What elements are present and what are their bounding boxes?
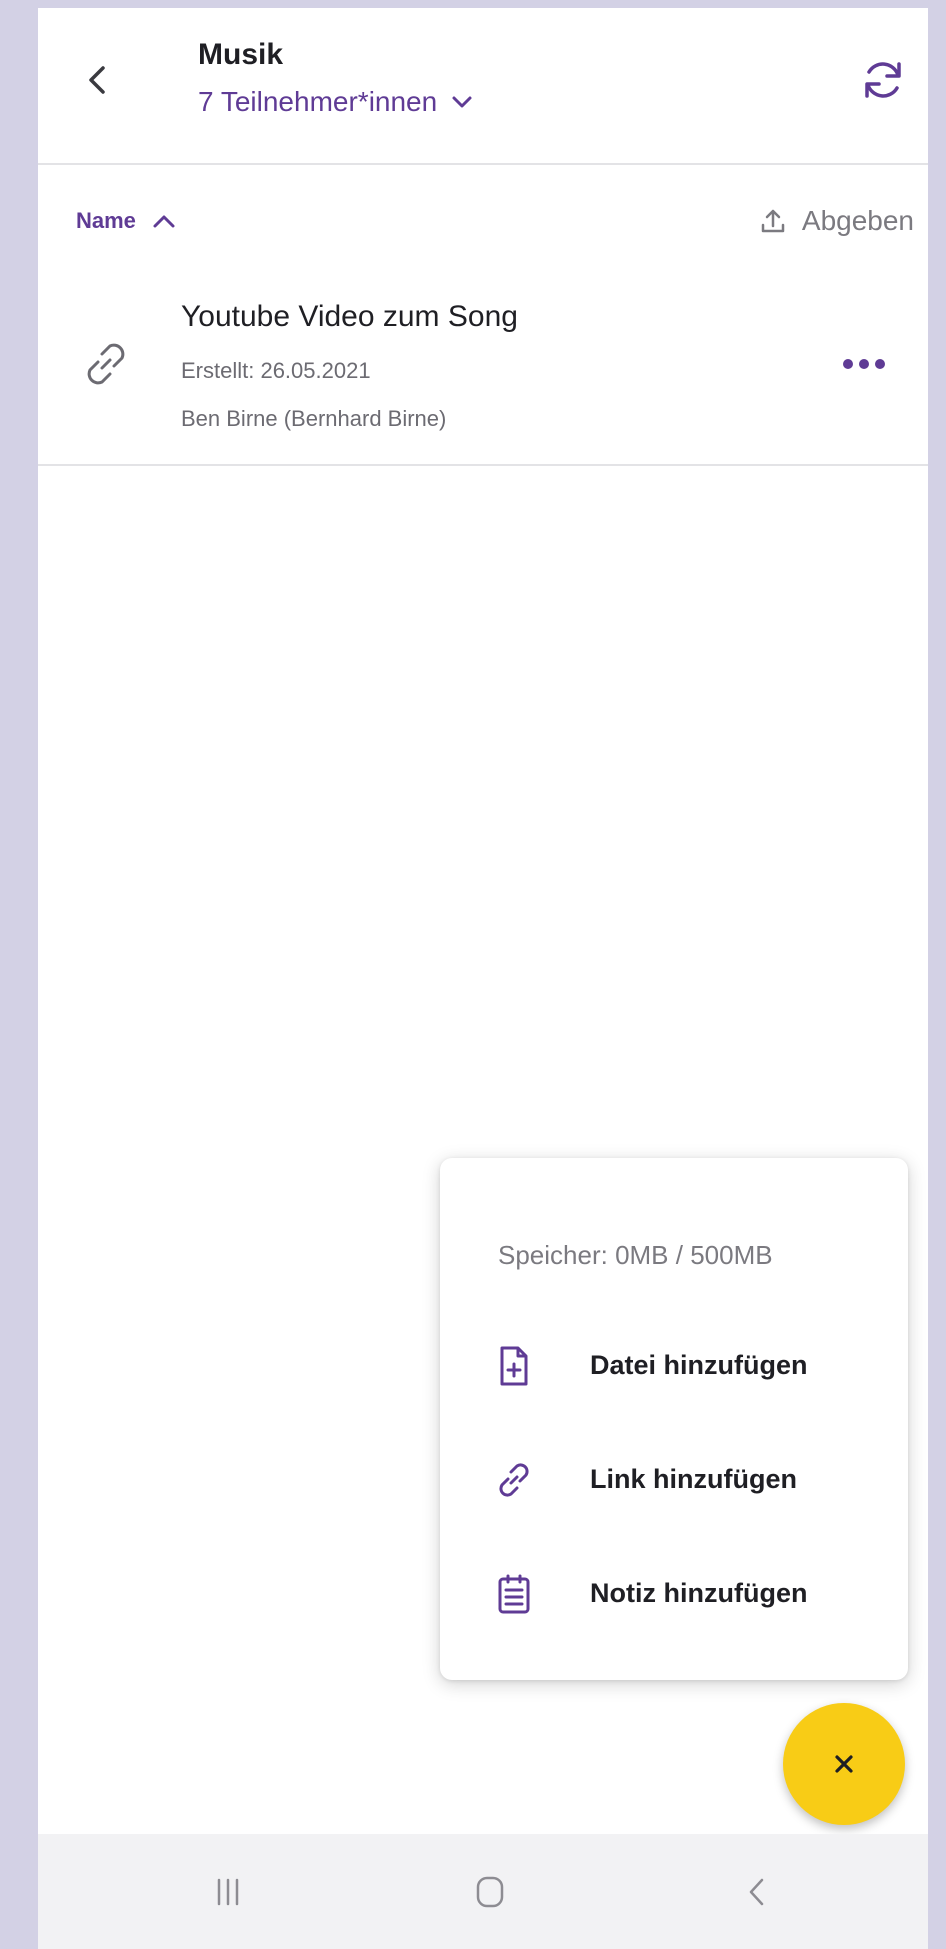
participants-dropdown[interactable]: 7 Teilnehmer*innen	[198, 86, 475, 118]
link-icon	[499, 1463, 529, 1497]
note-icon	[498, 1574, 530, 1614]
menu-item-label: Datei hinzufügen	[590, 1350, 808, 1380]
upload-icon	[761, 209, 785, 233]
link-icon	[87, 343, 125, 385]
dot	[875, 359, 885, 369]
recents-button[interactable]	[208, 1872, 248, 1912]
refresh-button[interactable]	[858, 55, 908, 105]
menu-item-label: Notiz hinzufügen	[590, 1578, 808, 1608]
refresh-icon	[865, 62, 901, 98]
page-title: Musik	[198, 38, 284, 71]
dot	[843, 359, 853, 369]
file-add-icon	[500, 1346, 528, 1386]
recents-icon	[217, 1878, 239, 1906]
file-created-date: Erstellt: 26.05.2021	[181, 358, 371, 383]
system-back-button[interactable]	[738, 1872, 778, 1912]
storage-usage: Speicher: 0MB / 500MB	[498, 1240, 773, 1270]
file-author: Ben Birne (Bernhard Birne)	[181, 406, 447, 431]
more-options-button[interactable]	[843, 356, 903, 380]
submit-button[interactable]: Abgeben	[758, 205, 914, 237]
participants-label: 7 Teilnehmer*innen	[198, 86, 438, 117]
list-item[interactable]: Youtube Video zum Song Erstellt: 26.05.2…	[38, 268, 928, 466]
back-button[interactable]	[78, 60, 118, 100]
dot	[859, 359, 869, 369]
sort-label: Name	[76, 208, 136, 233]
add-note-button[interactable]: Notiz hinzufügen	[440, 1556, 908, 1636]
close-fab-button[interactable]	[783, 1703, 905, 1825]
add-file-button[interactable]: Datei hinzufügen	[440, 1328, 908, 1408]
app-screen: Musik 7 Teilnehmer*innen Name Abgeben Yo…	[38, 0, 928, 1949]
add-menu: Speicher: 0MB / 500MB Datei hinzufügen L…	[440, 1158, 908, 1680]
frame-border	[928, 0, 946, 1949]
close-icon	[835, 1755, 853, 1773]
system-nav-bar	[38, 1834, 928, 1949]
chevron-down-icon	[452, 96, 472, 108]
menu-item-label: Link hinzufügen	[590, 1464, 797, 1494]
submit-label: Abgeben	[801, 205, 914, 236]
home-button[interactable]	[470, 1872, 510, 1912]
home-icon	[476, 1876, 504, 1908]
status-strip	[38, 0, 928, 8]
list-header: Name Abgeben	[38, 165, 928, 265]
chevron-left-icon	[749, 1878, 764, 1906]
chevron-left-icon	[89, 66, 105, 94]
chevron-up-icon	[153, 215, 175, 228]
app-header: Musik 7 Teilnehmer*innen	[38, 8, 928, 165]
file-name: Youtube Video zum Song	[181, 300, 518, 333]
add-link-button[interactable]: Link hinzufügen	[440, 1442, 908, 1522]
sort-by-name-button[interactable]: Name	[76, 208, 178, 234]
